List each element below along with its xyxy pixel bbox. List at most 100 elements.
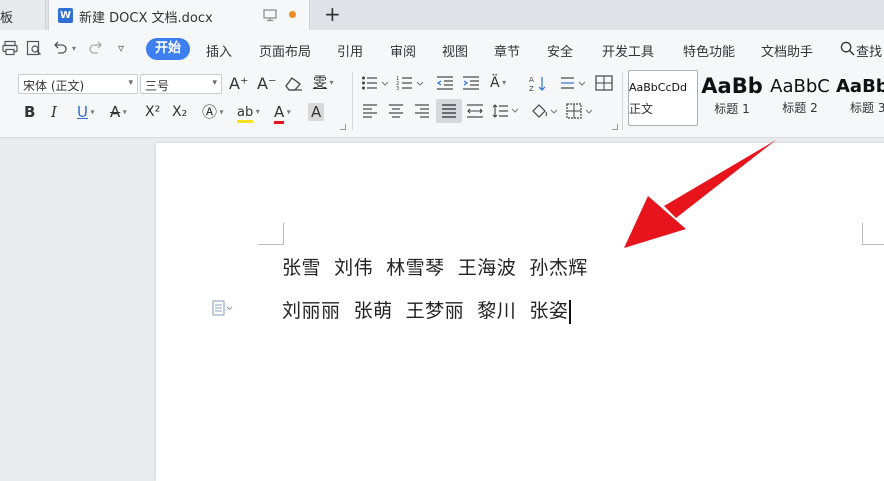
justify-button[interactable] <box>436 99 462 123</box>
char-shading-button[interactable]: A <box>308 103 325 121</box>
tab-bar: 板 W 新建 DOCX 文档.docx + <box>0 0 884 30</box>
bullet-list-icon[interactable] <box>361 75 391 91</box>
menu-tab-developer[interactable]: 开发工具 <box>602 41 654 60</box>
menu-tab-security[interactable]: 安全 <box>547 41 573 60</box>
chevron-down-icon: ▾ <box>327 78 334 87</box>
style-heading-1-name: 标题 1 <box>714 102 750 116</box>
strikethrough-label: A <box>110 103 121 121</box>
document-page[interactable]: 张雪 刘伟 林雪琴 王海波 孙杰辉 刘丽丽 张萌 王梦丽 黎川 张姿 <box>156 143 884 481</box>
menu-tab-review[interactable]: 审阅 <box>390 41 416 60</box>
search-icon[interactable] <box>840 41 855 56</box>
phonetic-guide-label: 雯 <box>313 75 327 91</box>
align-right-icon[interactable] <box>414 104 430 118</box>
text-effect-button[interactable]: Ⓐ ▾ <box>202 103 224 122</box>
menu-tab-page-layout[interactable]: 页面布局 <box>259 41 311 60</box>
style-heading-2-name: 标题 2 <box>782 101 818 115</box>
align-left-icon[interactable] <box>362 104 378 118</box>
subscript-button[interactable]: X₂ <box>172 103 187 121</box>
tab-title: 新建 DOCX 文档.docx <box>79 11 213 26</box>
style-heading-3-sample: AaBb <box>836 76 884 97</box>
redo-icon[interactable] <box>88 40 104 56</box>
paragraph-options-icon[interactable] <box>212 300 234 316</box>
align-justify-icon <box>442 104 456 118</box>
shrink-font-button[interactable]: A⁻ <box>257 75 276 93</box>
tab-active-document[interactable]: W 新建 DOCX 文档.docx <box>48 0 310 30</box>
chevron-down-icon: ▾ <box>284 107 291 117</box>
italic-button[interactable]: I <box>51 103 57 121</box>
svg-text:3: 3 <box>396 86 399 91</box>
show-hide-marks-icon[interactable] <box>595 75 613 91</box>
menu-tab-home[interactable]: 开始 <box>146 38 190 60</box>
chevron-down-icon: ▾ <box>87 107 95 117</box>
ribbon-separator <box>352 72 353 130</box>
decrease-indent-icon[interactable] <box>436 75 454 91</box>
font-name-value: 宋体 (正文) <box>23 79 85 93</box>
menu-tab-view[interactable]: 视图 <box>442 41 468 60</box>
menu-tab-insert[interactable]: 插入 <box>206 41 232 60</box>
menu-tab-special-features[interactable]: 特色功能 <box>683 41 735 60</box>
paragraph-spacing-icon[interactable] <box>492 104 520 118</box>
document-line-1[interactable]: 张雪 刘伟 林雪琴 王海波 孙杰辉 <box>282 253 588 280</box>
line-spacing-icon[interactable] <box>560 75 590 91</box>
shading-fill-icon[interactable] <box>530 103 560 119</box>
text-direction-button[interactable]: Ä ▾ <box>490 74 506 92</box>
monitor-icon[interactable] <box>263 8 277 22</box>
superscript-button[interactable]: X² <box>145 103 160 121</box>
document-workspace: 张雪 刘伟 林雪琴 王海波 孙杰辉 刘丽丽 张萌 王梦丽 黎川 张姿 <box>0 139 884 481</box>
sort-icon[interactable]: A Z <box>529 75 547 92</box>
style-normal-name: 正文 <box>629 102 654 116</box>
font-size-value: 三号 <box>145 79 170 93</box>
search-label[interactable]: 查找 <box>856 41 882 60</box>
chevron-down-icon: ▾ <box>217 107 224 117</box>
style-heading-1[interactable]: AaBb 标题 1 <box>699 70 765 126</box>
borders-icon[interactable] <box>566 103 596 119</box>
style-normal[interactable]: AaBbCcDd 正文 <box>628 70 698 126</box>
menu-tab-doc-assistant[interactable]: 文档助手 <box>761 41 813 60</box>
style-heading-3-name: 标题 3 <box>850 101 884 115</box>
font-color-button[interactable]: A ▾ <box>274 103 291 124</box>
font-name-select[interactable]: 宋体 (正文) ▾ <box>18 74 138 94</box>
chevron-down-icon: ▾ <box>212 78 217 88</box>
undo-dropdown-icon[interactable]: ▾ <box>72 40 76 58</box>
chevron-down-icon: ▾ <box>120 107 127 117</box>
menu-tab-references[interactable]: 引用 <box>337 41 363 60</box>
grow-font-button[interactable]: A⁺ <box>229 75 248 93</box>
increase-indent-icon[interactable] <box>462 75 480 91</box>
document-line-2[interactable]: 刘丽丽 张萌 王梦丽 黎川 张姿 <box>282 296 572 324</box>
align-center-icon[interactable] <box>388 104 404 118</box>
style-heading-3[interactable]: AaBb 标题 3 <box>836 70 884 126</box>
phonetic-guide-button[interactable]: 雯 ▾ <box>313 74 334 92</box>
underline-label: U <box>77 103 88 121</box>
svg-text:A: A <box>529 76 534 84</box>
paragraph-dialog-launcher[interactable] <box>612 124 618 130</box>
underline-button[interactable]: U ▾ <box>77 103 95 122</box>
style-normal-sample: AaBbCcDd <box>629 81 687 94</box>
word-doc-icon: W <box>58 8 73 23</box>
new-tab-button[interactable]: + <box>324 3 341 25</box>
clear-format-icon[interactable] <box>285 76 303 92</box>
text-direction-icon: Ä <box>490 75 500 91</box>
distributed-align-icon[interactable] <box>466 104 484 118</box>
undo-icon[interactable] <box>52 40 68 56</box>
style-heading-2-sample: AaBbC <box>770 76 830 97</box>
font-dialog-launcher[interactable] <box>340 124 346 130</box>
margin-corner-top-left <box>258 223 284 245</box>
tab-previous-label: 板 <box>0 11 14 26</box>
svg-text:Z: Z <box>529 85 534 92</box>
unsaved-indicator <box>289 11 296 18</box>
highlight-button[interactable]: ab ▾ <box>237 103 260 123</box>
menu-tab-chapter[interactable]: 章节 <box>494 41 520 60</box>
tab-previous[interactable]: 板 <box>0 0 46 30</box>
style-heading-2[interactable]: AaBbC 标题 2 <box>766 70 834 126</box>
font-size-select[interactable]: 三号 ▾ <box>140 74 222 94</box>
numbered-list-icon[interactable]: 1 2 3 <box>396 75 426 91</box>
strikethrough-button[interactable]: A ▾ <box>110 103 127 122</box>
print-preview-icon[interactable] <box>26 40 42 56</box>
ribbon-toolbar: 宋体 (正文) ▾ 三号 ▾ A⁺ A⁻ 雯 ▾ B I U ▾ A ▾ X² … <box>0 66 884 138</box>
print-icon[interactable] <box>2 40 18 56</box>
font-color-label: A <box>274 103 285 124</box>
customize-dropdown-icon[interactable]: ▿ <box>118 39 124 57</box>
bold-button[interactable]: B <box>24 103 35 121</box>
highlight-label: ab <box>237 104 254 123</box>
menu-bar: ▾ ▿ 开始 插入 页面布局 引用 审阅 视图 章节 安全 开发工具 特色功能 … <box>0 30 884 66</box>
